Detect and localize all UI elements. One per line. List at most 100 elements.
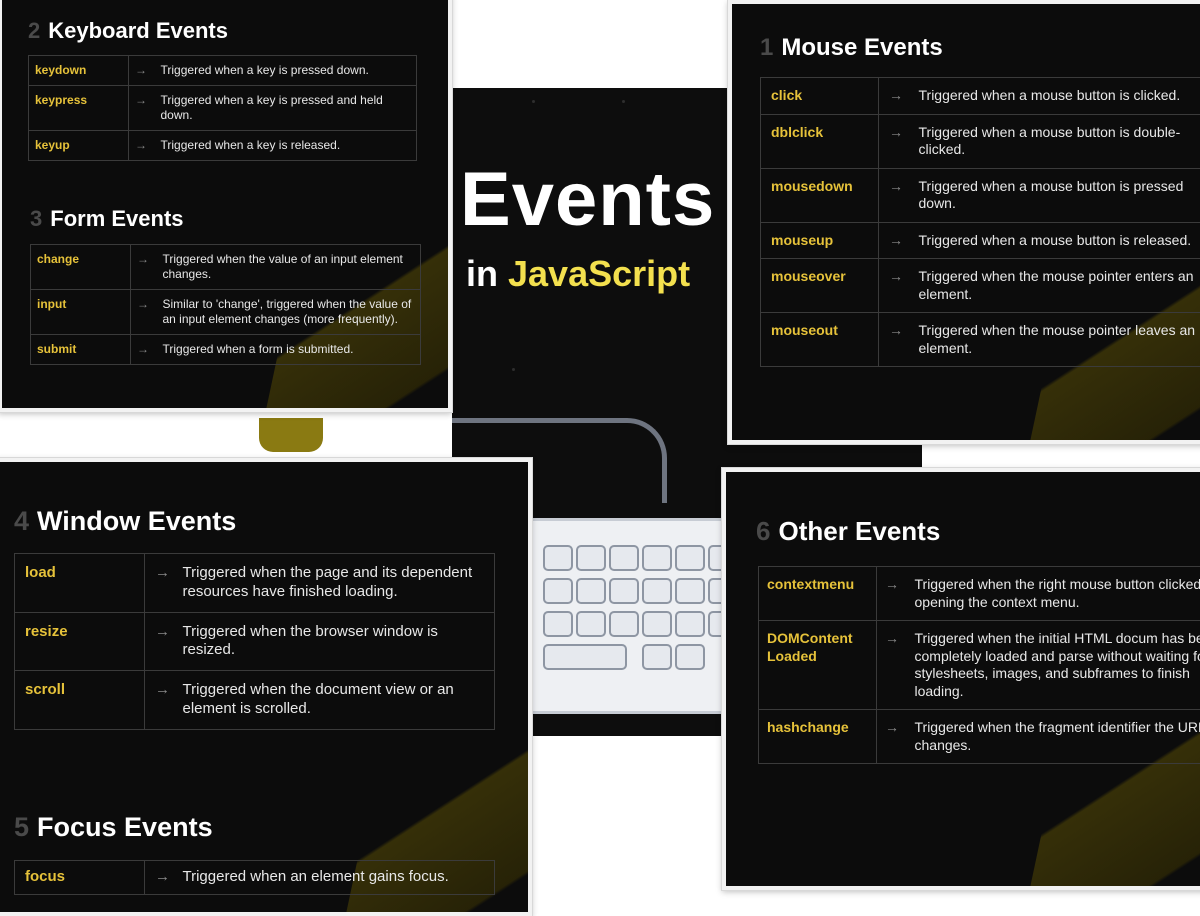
arrow-icon: →: [877, 621, 907, 710]
event-name: keydown: [29, 56, 129, 86]
event-description: Triggered when a key is released.: [155, 131, 417, 161]
keyboard-spacebar: [543, 644, 627, 670]
keyboard-key: [675, 611, 705, 637]
event-description: Triggered when a key is pressed down.: [155, 56, 417, 86]
mouse-event-row: mouseover→Triggered when the mouse point…: [761, 259, 1200, 313]
event-name: mousedown: [761, 168, 879, 222]
form-event-row: input→Similar to 'change', triggered whe…: [31, 290, 421, 335]
arrow-icon: →: [879, 222, 909, 259]
event-name: focus: [15, 861, 145, 895]
decor-dot: [532, 100, 535, 103]
event-name: mouseover: [761, 259, 879, 313]
focus-heading: 5Focus Events: [14, 812, 213, 843]
focus-table: focus→Triggered when an element gains fo…: [14, 860, 495, 895]
keyboard-key: [675, 644, 705, 670]
keyboard-event-row: keydown→Triggered when a key is pressed …: [29, 56, 417, 86]
mouse-title: Mouse Events: [781, 34, 942, 61]
event-name: mouseup: [761, 222, 879, 259]
window-event-row: scroll→Triggered when the document view …: [15, 671, 495, 730]
window-title: Window Events: [37, 506, 236, 536]
mouse-event-row: mousedown→Triggered when a mouse button …: [761, 168, 1200, 222]
event-name: dblclick: [761, 114, 879, 168]
mouse-event-row: click→Triggered when a mouse button is c…: [761, 78, 1200, 115]
arrow-icon: →: [145, 861, 173, 895]
event-name: input: [31, 290, 131, 335]
event-description: Triggered when the page and its dependen…: [173, 554, 495, 613]
other-event-row: DOMContent Loaded→Triggered when the ini…: [759, 621, 1200, 710]
window-num: 4: [14, 506, 29, 536]
keyboard-key: [576, 578, 606, 604]
keyboard-key: [642, 644, 672, 670]
keyboard-key: [543, 611, 573, 637]
mouse-event-row: mouseout→Triggered when the mouse pointe…: [761, 313, 1200, 367]
keyboard-key: [609, 578, 639, 604]
event-description: Triggered when a mouse button is pressed…: [909, 168, 1200, 222]
other-event-row: hashchange→Triggered when the fragment i…: [759, 710, 1200, 764]
window-table: load→Triggered when the page and its dep…: [14, 553, 495, 730]
form-table: change→Triggered when the value of an in…: [30, 244, 421, 365]
form-event-row: change→Triggered when the value of an in…: [31, 245, 421, 290]
event-description: Triggered when the mouse pointer leaves …: [909, 313, 1200, 367]
event-description: Similar to 'change', triggered when the …: [157, 290, 421, 335]
keyboard-title: Keyboard Events: [48, 18, 228, 43]
event-name: hashchange: [759, 710, 877, 764]
keyboard-key: [576, 545, 606, 571]
decor-dot: [512, 368, 515, 371]
arrow-icon: →: [877, 710, 907, 764]
event-name: click: [761, 78, 879, 115]
arrow-icon: →: [131, 335, 157, 365]
keyboard-key: [675, 578, 705, 604]
keyboard-key: [543, 545, 573, 571]
event-description: Triggered when the right mouse button cl…: [907, 567, 1200, 621]
keyboard-key: [642, 545, 672, 571]
keyboard-num: 2: [28, 18, 40, 43]
decor-yellow-shape: [259, 418, 323, 452]
keyboard-key: [642, 578, 672, 604]
keyboard-key: [642, 611, 672, 637]
arrow-icon: →: [129, 131, 155, 161]
poster-sub-js: JavaScript: [508, 253, 690, 294]
other-card: 6Other Events contextmenu→Triggered when…: [722, 468, 1200, 890]
focus-title: Focus Events: [37, 812, 213, 842]
event-name: keyup: [29, 131, 129, 161]
event-name: scroll: [15, 671, 145, 730]
arrow-icon: →: [131, 245, 157, 290]
arrow-icon: →: [145, 612, 173, 671]
arrow-icon: →: [129, 86, 155, 131]
arrow-icon: →: [879, 259, 909, 313]
keyboard-table: keydown→Triggered when a key is pressed …: [28, 55, 417, 161]
poster-sub-prefix: in: [466, 253, 508, 294]
form-num: 3: [30, 206, 42, 231]
mouse-num: 1: [760, 34, 773, 61]
poster-subtitle: in JavaScript: [466, 253, 690, 295]
keyboard-event-row: keyup→Triggered when a key is released.: [29, 131, 417, 161]
mouse-table: click→Triggered when a mouse button is c…: [760, 77, 1200, 367]
form-heading: 3Form Events: [30, 206, 184, 232]
event-description: Triggered when the initial HTML docum ha…: [907, 621, 1200, 710]
keyboard-heading: 2 Keyboard Events: [28, 18, 228, 44]
arrow-icon: →: [879, 313, 909, 367]
poster-title: Events: [460, 156, 715, 243]
event-description: Triggered when the fragment identifier t…: [907, 710, 1200, 764]
arrow-icon: →: [879, 114, 909, 168]
other-event-row: contextmenu→Triggered when the right mou…: [759, 567, 1200, 621]
keyboard-key: [609, 611, 639, 637]
other-title: Other Events: [778, 516, 940, 546]
event-name: load: [15, 554, 145, 613]
arrow-icon: →: [145, 554, 173, 613]
event-description: Triggered when a mouse button is release…: [909, 222, 1200, 259]
event-description: Triggered when the mouse pointer enters …: [909, 259, 1200, 313]
arrow-icon: →: [877, 567, 907, 621]
arrow-icon: →: [131, 290, 157, 335]
event-description: Triggered when an element gains focus.: [173, 861, 495, 895]
decor-dot: [622, 100, 625, 103]
event-name: resize: [15, 612, 145, 671]
event-name: submit: [31, 335, 131, 365]
window-heading: 4 Window Events: [14, 506, 236, 537]
event-description: Triggered when a key is pressed and held…: [155, 86, 417, 131]
window-focus-card: 4Window Events load→Triggered when the p…: [0, 458, 532, 916]
keyboard-key: [675, 545, 705, 571]
event-name: change: [31, 245, 131, 290]
other-heading: 6Other Events: [756, 516, 940, 547]
mouse-card: 1Mouse Events click→Triggered when a mou…: [728, 0, 1200, 444]
